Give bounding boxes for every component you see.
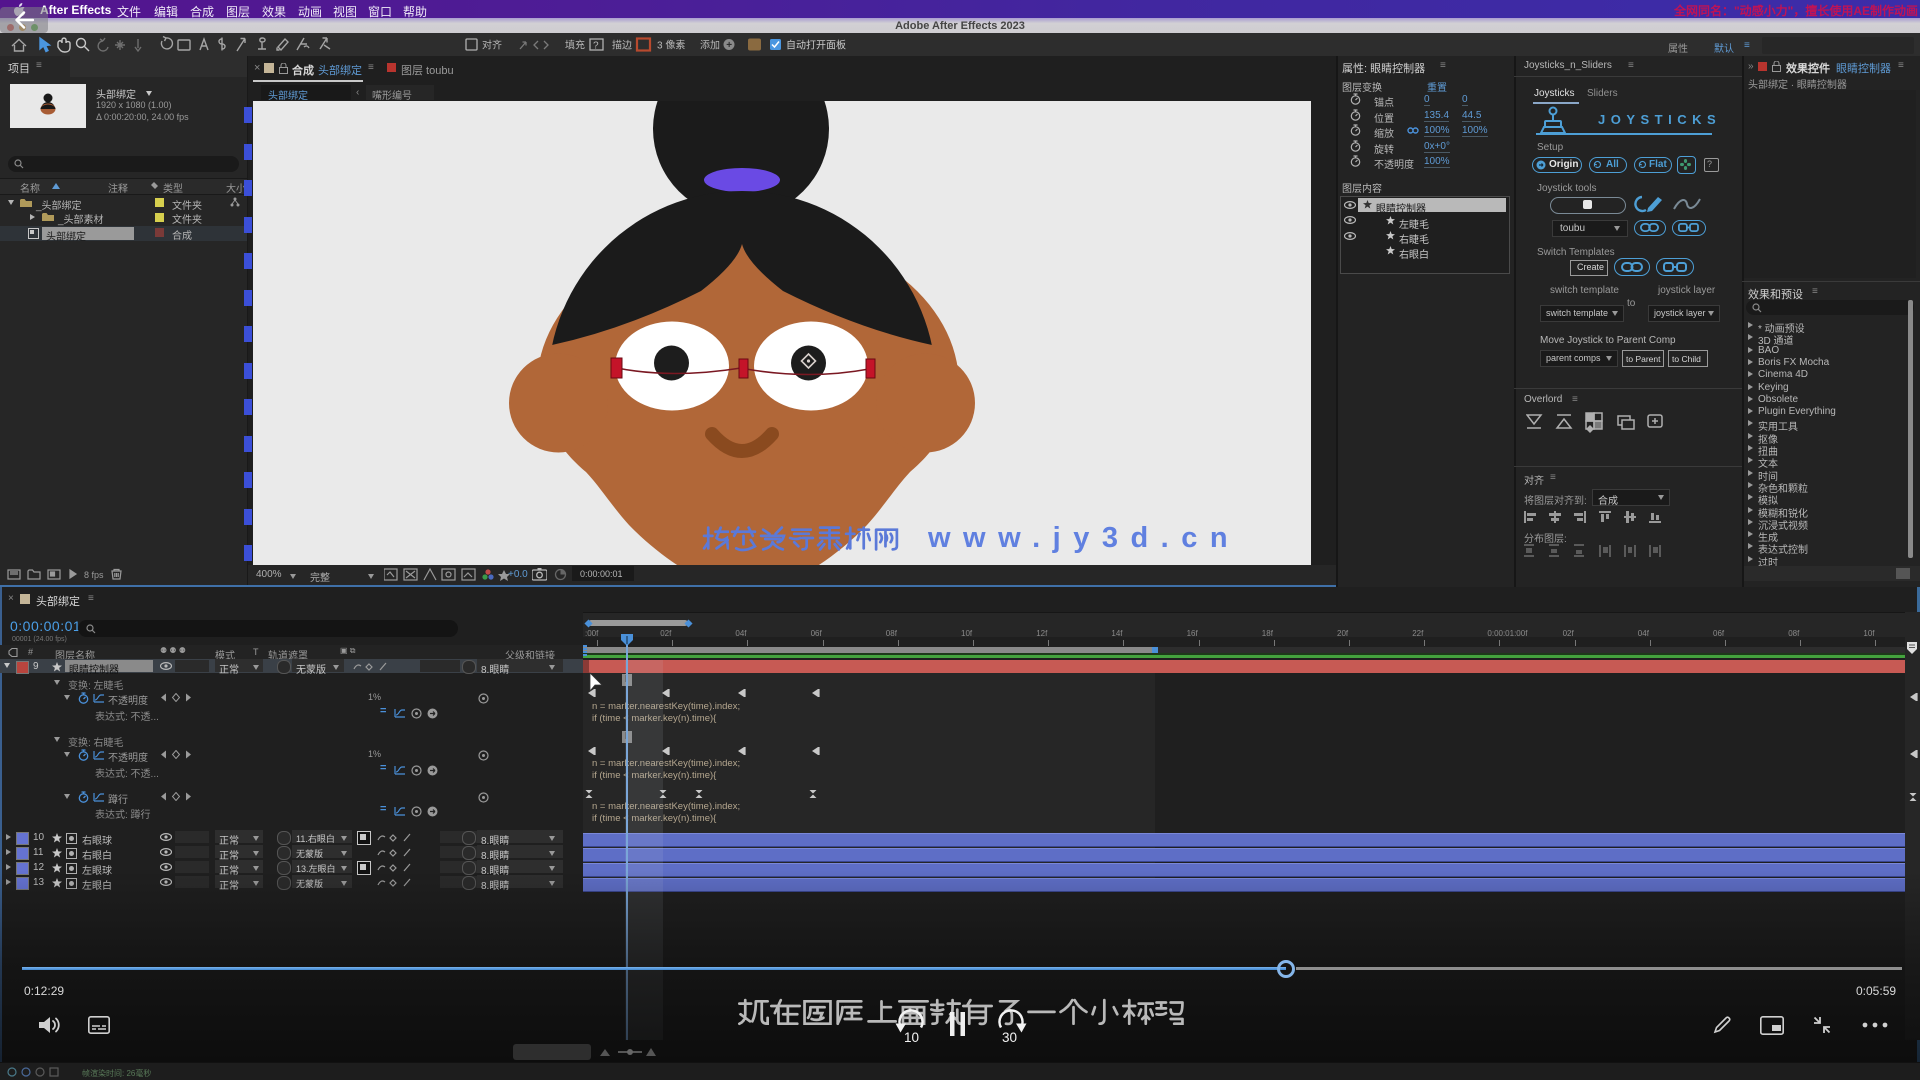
svg-text:30: 30	[1002, 1030, 1017, 1044]
svg-text:3 像素: 3 像素	[657, 39, 685, 52]
svg-text:描边: 描边	[612, 39, 632, 52]
svg-text:添加: 添加	[700, 39, 720, 52]
svg-text:自动打开面板: 自动打开面板	[786, 39, 846, 52]
svg-text:10: 10	[904, 1030, 919, 1044]
svg-text:8 fps: 8 fps	[84, 570, 104, 580]
svg-text:?: ?	[593, 41, 599, 52]
svg-text:+: +	[726, 40, 732, 51]
svg-text:填充: 填充	[565, 39, 585, 52]
svg-text:对齐: 对齐	[482, 39, 502, 52]
